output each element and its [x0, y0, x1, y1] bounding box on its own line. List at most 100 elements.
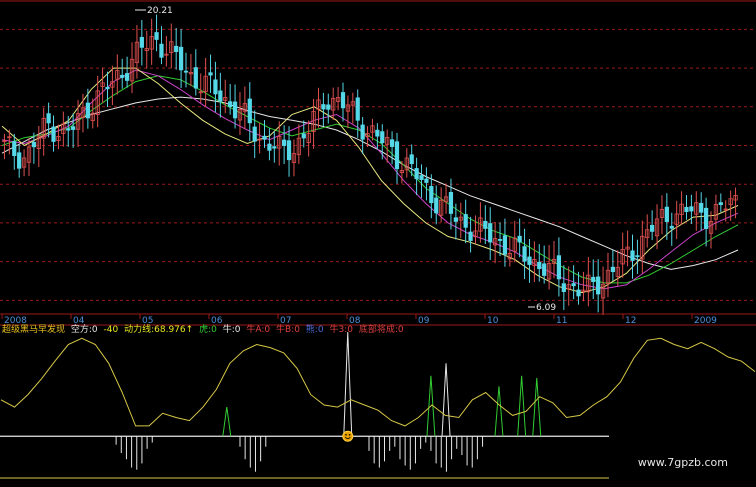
candle-body	[125, 73, 130, 81]
candle-body	[272, 146, 277, 149]
candle-body	[463, 214, 468, 228]
candle-body	[561, 283, 566, 292]
candle-body	[409, 154, 414, 165]
candle-body	[571, 283, 576, 287]
smiley-eye	[348, 433, 351, 436]
candle-body	[208, 72, 213, 76]
high-price-label: 20.21	[147, 6, 173, 16]
candle-body	[699, 202, 704, 213]
candle-body	[684, 207, 689, 212]
candle-body	[669, 225, 674, 229]
watermark: www.7gpzb.com	[637, 456, 728, 469]
candle-body	[174, 45, 179, 53]
candle-body	[139, 36, 144, 48]
candle-body	[183, 70, 189, 73]
candle-body	[321, 104, 326, 110]
candle-body	[488, 223, 493, 243]
candle-body	[502, 235, 508, 255]
candle-body	[51, 126, 56, 142]
candle-body	[542, 263, 547, 276]
candle-body	[360, 124, 365, 140]
bottom-value: 底部将成:0	[358, 325, 404, 335]
ox-b-value: 牛B:0	[275, 325, 300, 335]
candle-body	[424, 178, 429, 183]
candle-body	[355, 97, 360, 121]
stock-chart: 20.21 6.09 2008 04 05 06 07 08 09 10 11 12 2009	[0, 0, 756, 487]
candle-body	[282, 139, 287, 146]
candle-body	[105, 86, 110, 90]
candle-body	[556, 255, 562, 280]
candle-body	[12, 141, 17, 157]
candle-body	[483, 220, 488, 229]
candle-body	[340, 92, 346, 109]
smiley-icon	[342, 430, 354, 442]
candle-body	[252, 126, 257, 142]
candle-body	[650, 224, 655, 232]
candle-body	[394, 141, 400, 170]
candle-body	[232, 101, 238, 119]
candle-body	[596, 276, 601, 295]
candle-body	[17, 152, 22, 169]
candle-body	[419, 175, 424, 180]
x-tick-label: 12	[625, 316, 636, 326]
smiley-eye	[345, 433, 347, 436]
candle-body	[31, 141, 37, 148]
candle-body	[154, 32, 159, 40]
candle-body	[448, 192, 454, 214]
candle-body	[267, 143, 272, 151]
candle-body	[326, 104, 331, 110]
x-tick-label: 10	[487, 316, 499, 326]
candle-body	[159, 43, 164, 58]
low-price-label: 6.09	[536, 303, 556, 313]
bear-value: 熊:0	[305, 325, 324, 335]
x-tick-label: 2009	[694, 316, 717, 326]
candle-body	[689, 206, 694, 212]
power-value: 动力线:68.976	[124, 325, 186, 335]
candle-body	[517, 235, 522, 243]
candle-body	[664, 206, 669, 222]
candle-body	[414, 168, 419, 180]
candle-body	[635, 255, 640, 258]
candle-body	[527, 256, 532, 265]
candle-body	[228, 101, 233, 108]
candle-body	[120, 74, 125, 78]
candle-body	[576, 289, 581, 297]
candle-body	[497, 239, 503, 241]
candle-body	[591, 276, 596, 283]
candle-body	[434, 197, 439, 214]
ox-a-value: 牛A:0	[246, 325, 271, 335]
candle-body	[389, 139, 395, 147]
candle-body	[286, 140, 292, 161]
candle-body	[46, 113, 51, 124]
candle-body	[247, 98, 252, 124]
ox-3-value: 牛3:0	[329, 325, 353, 335]
indicator-title: 超级黑马早发现	[2, 325, 66, 335]
candle-body	[375, 129, 380, 137]
candle-body	[718, 202, 723, 206]
candle-body	[703, 207, 709, 229]
x-tick-label: 11	[556, 316, 567, 326]
candle-body	[262, 135, 267, 140]
x-tick-label: 09	[418, 316, 430, 326]
candle-body	[429, 186, 434, 204]
candle-body	[85, 102, 90, 119]
candle-body	[537, 261, 542, 270]
candle-body	[630, 250, 635, 261]
candle-body	[66, 128, 71, 131]
candle-body	[178, 46, 184, 71]
candle-body	[213, 79, 218, 95]
empty-extra: -40	[103, 325, 119, 335]
candle-body	[453, 217, 458, 222]
indicator-legend: 超级黑马早发现 空方:0 -40 动力线:68.976↑ 虎:0 牛:0 牛A:…	[2, 324, 407, 337]
up-arrow-icon: ↑	[185, 325, 194, 335]
candle-body	[468, 231, 473, 241]
empty-value: 空方:0	[70, 325, 98, 335]
candle-body	[218, 90, 223, 102]
candle-body	[610, 266, 615, 273]
candle-body	[71, 126, 76, 130]
candle-body	[522, 246, 527, 262]
tiger-value: 虎:0	[199, 325, 217, 335]
candle-body	[301, 133, 306, 139]
ox-value: 牛:0	[222, 325, 241, 335]
candle-body	[193, 67, 198, 89]
